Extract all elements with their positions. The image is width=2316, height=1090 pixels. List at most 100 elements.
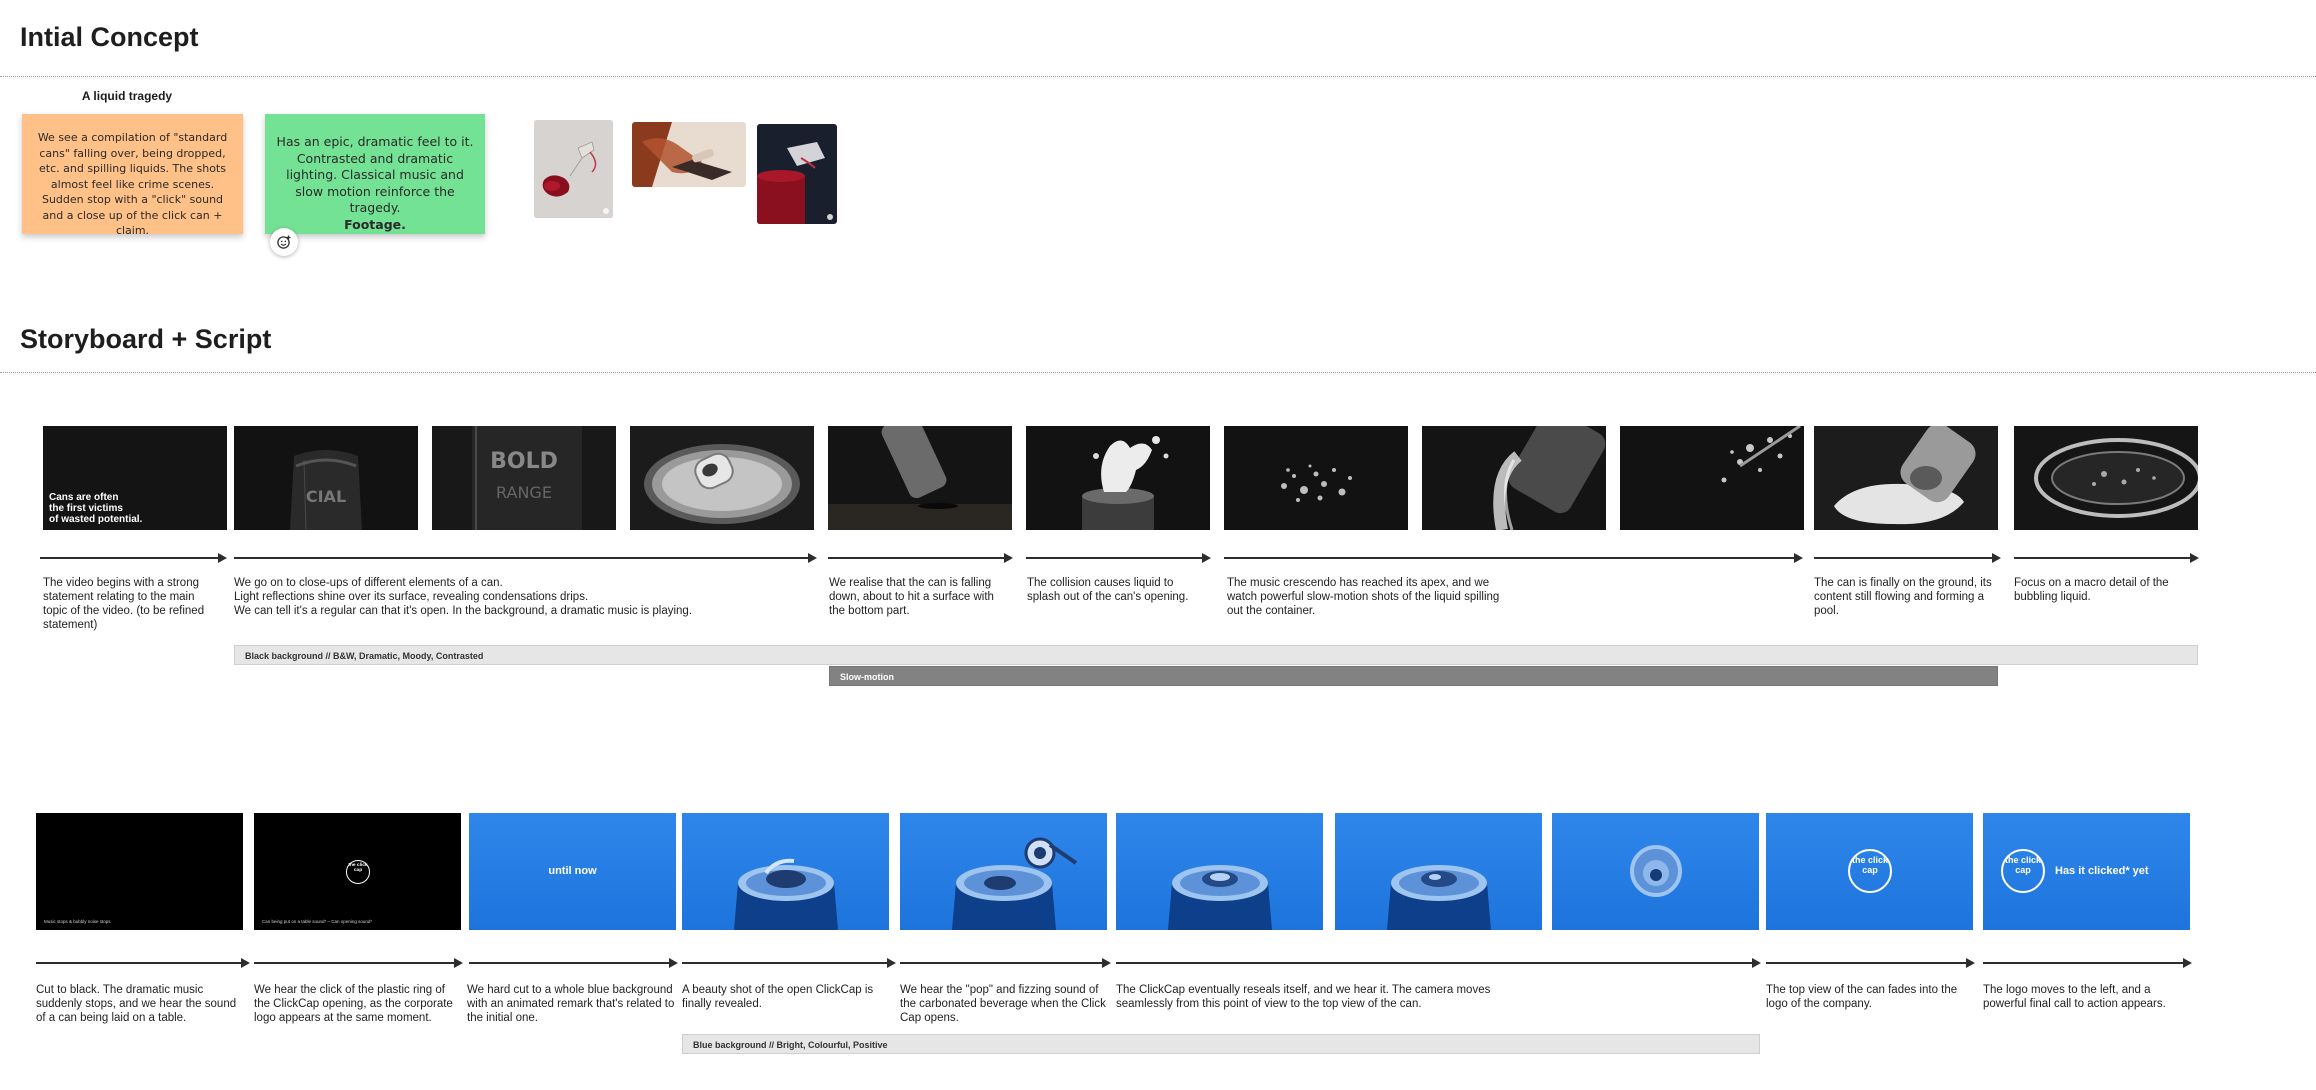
timeline-arrow: [1224, 557, 1794, 559]
add-reaction-button[interactable]: [270, 228, 298, 256]
storyboard-frame-14-until-now[interactable]: until now: [469, 813, 676, 930]
until-now-text: until now: [548, 865, 597, 877]
reference-image-spilled-wine-glass[interactable]: [534, 120, 613, 218]
arrow-head-icon: [2183, 958, 2192, 968]
storyboard-frame-2-can-closeup[interactable]: CIAL: [234, 426, 418, 530]
svg-text:CIAL: CIAL: [306, 487, 346, 506]
timeline-arrow: [40, 557, 218, 559]
arrow-head-icon: [808, 553, 817, 563]
timeline-arrow: [682, 962, 887, 964]
mood-band-blue[interactable]: Blue background // Bright, Colourful, Po…: [682, 1034, 1760, 1054]
reference-image-fallen-glass-table[interactable]: [632, 122, 746, 187]
sticky-note-orange[interactable]: We see a compilation of "standard cans" …: [22, 114, 243, 237]
arrow-head-icon: [241, 958, 250, 968]
timeline-arrow: [1116, 962, 1752, 964]
can-falling-illustration: [828, 426, 1012, 530]
arrow-head-icon: [1752, 958, 1761, 968]
mood-band-dark[interactable]: Black background // B&W, Dramatic, Moody…: [234, 645, 2198, 665]
storyboard-frame-11-macro[interactable]: [2014, 426, 2198, 530]
arrow-head-icon: [218, 553, 227, 563]
storyboard-frame-13-logo-black[interactable]: the click cap Can being put on a table s…: [254, 813, 461, 930]
arrow-head-icon: [1966, 958, 1975, 968]
open-clickcap-illustration: [734, 858, 838, 930]
fallen-glass-illustration: [632, 122, 746, 187]
script-text-5: The music crescendo has reached its apex…: [1227, 577, 1500, 617]
storyboard-frame-9-splash-droplets[interactable]: [1620, 426, 1804, 530]
can-top-illustration: [630, 426, 814, 530]
reference-image-red-pedestal[interactable]: [757, 124, 837, 224]
script-text-3: We realise that the can is falling down,…: [829, 577, 994, 617]
reseal-clickcap-illustration: [1168, 865, 1272, 930]
storyboard-frame-17-reseal[interactable]: [1116, 813, 1323, 930]
add-reaction-icon: [277, 235, 291, 249]
timeline-arrow: [1983, 962, 2183, 964]
sticky-note-green-text: Has an epic, dramatic feel to it. Contra…: [276, 134, 474, 215]
storyboard-frame-15-beauty-shot[interactable]: [682, 813, 889, 930]
cta-text: Has it clicked* yet: [2055, 865, 2149, 877]
pedestal-illustration: [757, 124, 837, 224]
script-text-8: Cut to black. The dramatic music suddenl…: [36, 984, 237, 1024]
arrow-head-icon: [1004, 553, 1013, 563]
script-text-12: We hear the "pop" and fizzing sound of t…: [900, 984, 1106, 1024]
section-title-storyboard: Storyboard + Script: [20, 324, 272, 354]
timeline-arrow: [254, 962, 454, 964]
script-text-13: The ClickCap eventually reseals itself, …: [1116, 984, 1491, 1010]
sticky-note-orange-text: We see a compilation of "standard cans" …: [37, 131, 228, 237]
arrow-head-icon: [454, 958, 463, 968]
script-text-14: The top view of the can fades into the l…: [1766, 984, 1958, 1010]
arrow-head-icon: [1102, 958, 1111, 968]
section-title-initial-concept: Intial Concept: [20, 22, 199, 52]
script-text-6: The can is finally on the ground, its co…: [1814, 577, 1992, 617]
pool-illustration: [1814, 426, 1998, 530]
storyboard-frame-12-black[interactable]: Music stops & bubbly noise stops: [36, 813, 243, 930]
arrow-head-icon: [1992, 553, 2001, 563]
section-divider: [0, 372, 2316, 373]
section-divider: [0, 76, 2316, 77]
pouring-illustration: [1422, 426, 1606, 530]
splash-droplets-illustration: [1620, 426, 1804, 530]
storyboard-frame-4-can-top[interactable]: [630, 426, 814, 530]
timeline-arrow: [1026, 557, 1202, 559]
svg-text:RANGE: RANGE: [496, 483, 552, 502]
timeline-arrow: [469, 962, 669, 964]
pop-clickcap-illustration: [952, 837, 1078, 930]
storyboard-frame-20-logo[interactable]: the click cap: [1766, 813, 1973, 930]
slow-motion-band[interactable]: Slow-motion: [829, 666, 1998, 686]
can-closeup-illustration: CIAL: [234, 426, 418, 530]
frame-sound-caption: Music stops & bubbly noise stops: [44, 919, 111, 924]
storyboard-frame-3-can-label[interactable]: BOLD RANGE: [432, 426, 616, 530]
storyboard-frame-19-top-view[interactable]: [1552, 813, 1759, 930]
splash-illustration: [1026, 426, 1210, 530]
script-text-9: We hear the click of the plastic ring of…: [254, 984, 453, 1024]
storyboard-frame-7-droplets[interactable]: [1224, 426, 1408, 530]
script-text-4: The collision causes liquid to splash ou…: [1027, 577, 1189, 603]
droplets-illustration: [1224, 426, 1408, 530]
storyboard-frame-21-cta[interactable]: the click cap Has it clicked* yet: [1983, 813, 2190, 930]
timeline-arrow: [234, 557, 808, 559]
storyboard-frame-8-pouring[interactable]: [1422, 426, 1606, 530]
storyboard-frame-6-splash[interactable]: [1026, 426, 1210, 530]
storyboard-frame-5-can-falling[interactable]: [828, 426, 1012, 530]
storyboard-frame-1-statement[interactable]: Cans are often the first victims of wast…: [43, 426, 227, 530]
can-label-illustration: BOLD RANGE: [432, 426, 616, 530]
sticky-note-green[interactable]: Has an epic, dramatic feel to it. Contra…: [265, 114, 485, 234]
timeline-arrow: [36, 962, 241, 964]
script-text-10: We hard cut to a whole blue background w…: [467, 984, 675, 1024]
arrow-head-icon: [1202, 553, 1211, 563]
arrow-head-icon: [1794, 553, 1803, 563]
arrow-head-icon: [2190, 553, 2199, 563]
script-text-1: The video begins with a strong statement…: [43, 577, 205, 631]
storyboard-frame-18-reseal-2[interactable]: [1335, 813, 1542, 930]
timeline-arrow: [828, 557, 1004, 559]
frame-statement-text: Cans are often the first victims of wast…: [49, 492, 143, 525]
reseal-clickcap-illustration: [1387, 865, 1491, 930]
frame-sound-caption: Can being put on a table sound* – Can op…: [262, 919, 373, 924]
timeline-arrow: [900, 962, 1102, 964]
script-text-2: We go on to close-ups of different eleme…: [234, 577, 693, 617]
macro-bubbles-illustration: [2014, 426, 2198, 530]
sticky-group-title: A liquid tragedy: [81, 89, 173, 103]
script-text-15: The logo moves to the left, and a powerf…: [1983, 984, 2166, 1010]
storyboard-frame-10-pool[interactable]: [1814, 426, 1998, 530]
logo-text: the click cap: [2004, 855, 2042, 875]
storyboard-frame-16-pop[interactable]: [900, 813, 1107, 930]
